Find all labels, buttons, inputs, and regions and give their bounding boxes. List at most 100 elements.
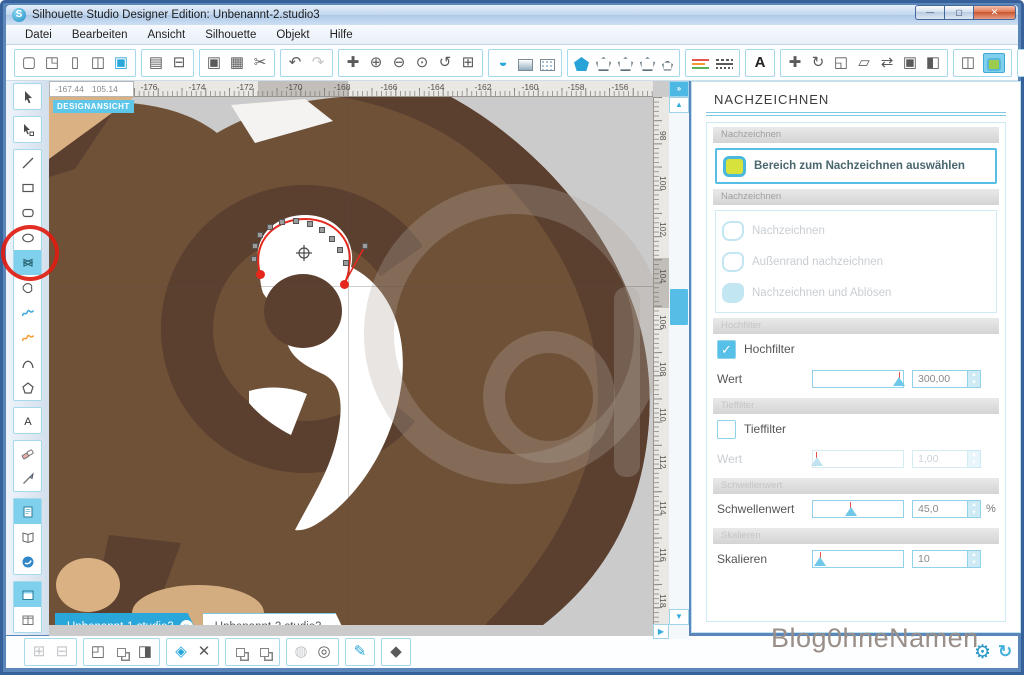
select-trace-area-button[interactable]: Bereich zum Nachzeichnen auswählen: [715, 148, 997, 184]
shape-effects-icon[interactable]: [618, 57, 633, 71]
redo-icon[interactable]: ↷: [310, 53, 326, 73]
tool-store[interactable]: [14, 549, 41, 574]
tab-Unbenannt-2.studio3[interactable]: Unbenannt-2.studio3x: [203, 613, 349, 625]
zoom-reset-icon[interactable]: ↺: [437, 53, 453, 73]
send-backward-icon[interactable]: [260, 648, 269, 657]
bring-forward-icon[interactable]: [236, 648, 245, 657]
edit-node[interactable]: [307, 221, 313, 227]
tool-select[interactable]: [14, 84, 41, 109]
trace-option-trace-and-detach[interactable]: Nachzeichnen und Ablösen: [716, 277, 996, 308]
print-icon[interactable]: ▤: [148, 53, 164, 73]
select-all-icon[interactable]: ◰: [90, 642, 106, 662]
edit-node[interactable]: [279, 219, 285, 225]
edit-node[interactable]: [267, 224, 273, 230]
tool-window-single[interactable]: [14, 582, 41, 607]
hochfilter-slider[interactable]: [812, 370, 904, 388]
rotate-icon[interactable]: ↻: [810, 53, 826, 73]
cut-icon[interactable]: ✂: [252, 53, 268, 73]
fit-to-page-icon[interactable]: ⊞: [460, 53, 476, 73]
scale-icon[interactable]: ◱: [833, 53, 849, 73]
tool-arc[interactable]: [14, 350, 41, 375]
menu-ansicht[interactable]: Ansicht: [138, 27, 194, 43]
tool-point-edit[interactable]: [14, 117, 41, 142]
sync-icon[interactable]: ↻: [998, 642, 1012, 662]
tab-close-icon[interactable]: x: [328, 621, 341, 626]
hochfilter-value[interactable]: 300,00: [912, 370, 968, 388]
vertical-scroll-thumb[interactable]: [670, 289, 688, 325]
pan-icon[interactable]: ✚: [345, 53, 361, 73]
fill-color-icon[interactable]: ◒: [495, 53, 511, 73]
delete-icon[interactable]: ✕: [196, 642, 212, 662]
trace-option-trace[interactable]: Nachzeichnen: [716, 215, 996, 246]
fill-gradient-icon[interactable]: [518, 59, 533, 71]
settings-gear-icon[interactable]: ⚙: [974, 641, 991, 664]
send-to-cutter-icon[interactable]: ⊟: [171, 53, 187, 73]
text-style-icon[interactable]: A: [752, 53, 768, 73]
close-button[interactable]: ✕: [973, 5, 1016, 20]
schwellenwert-slider[interactable]: [812, 500, 904, 518]
tool-window-split[interactable]: [14, 607, 41, 632]
edit-node[interactable]: [257, 232, 263, 238]
menu-datei[interactable]: Datei: [16, 27, 61, 43]
title-bar[interactable]: S Silhouette Studio Designer Edition: Un…: [6, 5, 1018, 25]
path-endpoint[interactable]: [340, 280, 349, 289]
tieffilter-spinner[interactable]: ▲▼: [968, 450, 981, 468]
scroll-up-button[interactable]: ▲: [669, 97, 689, 113]
duplicate-icon[interactable]: [117, 648, 126, 657]
trace-icon[interactable]: [983, 53, 1005, 73]
menu-bearbeiten[interactable]: Bearbeiten: [63, 27, 137, 43]
tool-freeform[interactable]: [14, 275, 41, 300]
open-document-icon[interactable]: ◳: [44, 53, 60, 73]
color-picker-icon[interactable]: ✎: [352, 642, 368, 662]
zoom-out-icon[interactable]: ⊖: [391, 53, 407, 73]
shape-small-icon[interactable]: [662, 61, 673, 71]
hochfilter-checkbox[interactable]: ✓: [717, 340, 736, 359]
path-endpoint[interactable]: [256, 270, 265, 279]
paste-icon[interactable]: ▦: [229, 53, 245, 73]
tool-rectangle[interactable]: [14, 175, 41, 200]
minimize-button[interactable]: —: [915, 5, 944, 20]
skalieren-value[interactable]: 10: [912, 550, 968, 568]
tool-line[interactable]: [14, 150, 41, 175]
tool-text[interactable]: A: [14, 408, 41, 433]
tool-rounded-rectangle[interactable]: [14, 200, 41, 225]
tieffilter-checkbox[interactable]: [717, 420, 736, 439]
line-style-icon[interactable]: [596, 57, 611, 71]
hochfilter-spinner[interactable]: ▲▼: [968, 370, 981, 388]
tool-library[interactable]: [14, 524, 41, 549]
copy-icon[interactable]: ▣: [206, 53, 222, 73]
edit-node[interactable]: [251, 256, 257, 262]
menu-hilfe[interactable]: Hilfe: [321, 27, 362, 43]
tab-Unbenannt-1.studio3[interactable]: Unbenannt-1.studio3x: [55, 613, 201, 625]
send-to-silhouette-icon[interactable]: ◫: [960, 53, 976, 73]
tieffilter-slider[interactable]: [812, 450, 904, 468]
tool-freehand[interactable]: [14, 300, 41, 325]
save-document-icon[interactable]: ◫: [90, 53, 106, 73]
line-color-icon[interactable]: [574, 57, 589, 71]
tool-regular-polygon[interactable]: [14, 375, 41, 400]
edit-node[interactable]: [252, 243, 258, 249]
tool-ellipse[interactable]: [14, 225, 41, 250]
line-thickness-icon[interactable]: [692, 58, 709, 71]
panel-expand-button[interactable]: »: [669, 81, 689, 97]
edit-node[interactable]: [343, 260, 349, 266]
menu-objekt[interactable]: Objekt: [267, 27, 318, 43]
new-document-icon[interactable]: ▢: [21, 53, 37, 73]
edit-node[interactable]: [329, 236, 335, 242]
offset-icon[interactable]: ◎: [316, 642, 332, 662]
sketch-icon[interactable]: ◆: [388, 642, 404, 662]
zoom-selection-icon[interactable]: ⊙: [414, 53, 430, 73]
tool-knife[interactable]: [14, 466, 41, 491]
trace-option-trace-outer-edge[interactable]: Außenrand nachzeichnen: [716, 246, 996, 277]
edit-node[interactable]: [362, 243, 368, 249]
zoom-in-icon[interactable]: ⊕: [368, 53, 384, 73]
modify-icon[interactable]: ◧: [925, 53, 941, 73]
shear-icon[interactable]: ▱: [856, 53, 872, 73]
save-to-library-icon[interactable]: ▣: [113, 53, 129, 73]
tool-smooth-freehand[interactable]: [14, 325, 41, 350]
ungroup-objects-icon[interactable]: ⊟: [54, 642, 70, 662]
undo-icon[interactable]: ↶: [287, 53, 303, 73]
shape-edit-icon[interactable]: [640, 57, 655, 71]
tieffilter-value[interactable]: 1,00: [912, 450, 968, 468]
weld-icon[interactable]: ◍: [293, 642, 309, 662]
